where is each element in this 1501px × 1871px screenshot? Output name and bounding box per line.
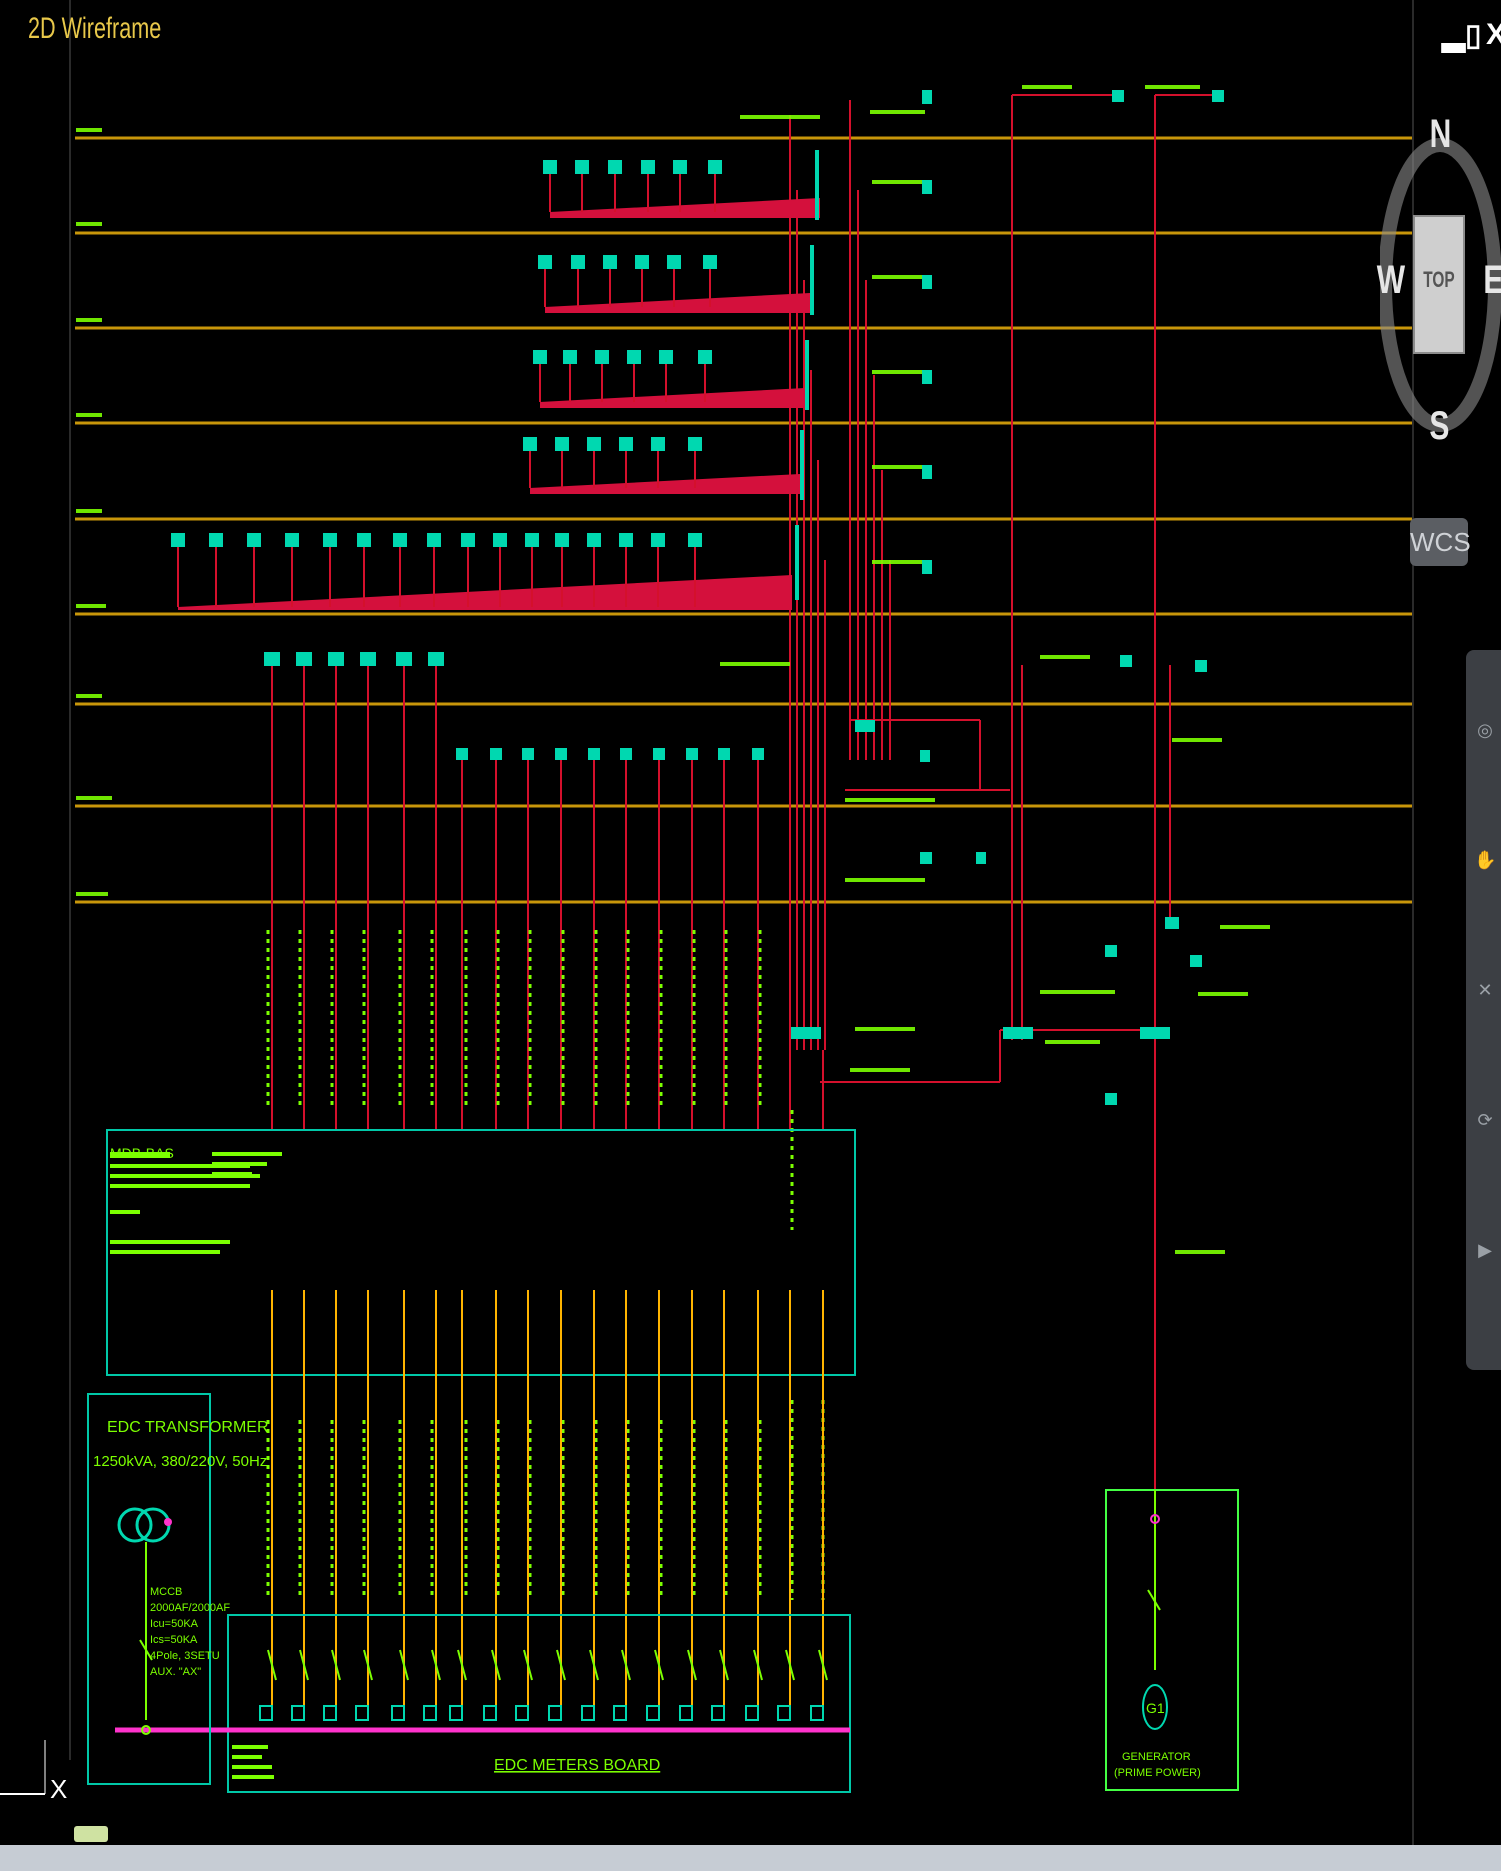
transformer-rating: 1250kVA, 380/220V, 50Hz — [93, 1453, 267, 1470]
mdb-title: MDB-BAS — [110, 1145, 174, 1161]
showmotion-icon[interactable]: ▶ — [1474, 1240, 1496, 1262]
electrical-single-line-diagram[interactable]: MDB-BAS EDC METERS BOARD EDC TRANSFORMER… — [0, 0, 1412, 1845]
transformer-title: EDC TRANSFORMER — [107, 1419, 269, 1436]
riser-cables — [789, 94, 1215, 1490]
cable-descriptor-ticks — [266, 930, 825, 1600]
generator-label: GENERATOR — [1122, 1751, 1191, 1763]
model-indicator[interactable] — [74, 1826, 108, 1842]
svg-text:2000AF/2000AF: 2000AF/2000AF — [150, 1602, 230, 1614]
status-bar — [0, 1845, 1501, 1871]
svg-text:X: X — [50, 1774, 67, 1800]
floor-level-lines — [75, 136, 1412, 904]
navigation-bar: ◎ ✋ ✕ ⟳ ▶ — [1466, 650, 1501, 1370]
compass-south[interactable]: S — [1429, 404, 1449, 449]
upper-panel-row — [264, 652, 444, 666]
mdb-incoming-feeders — [271, 666, 824, 1130]
viewcube-top-face[interactable]: TOP — [1413, 215, 1465, 354]
transformer-breaker-text: MCCB 2000AF/2000AF Icu=50KA Ics=50KA 4Po… — [150, 1586, 230, 1678]
minimize-icon[interactable]: ▂ — [1442, 18, 1465, 53]
generator-symbol-label: G1 — [1146, 1700, 1165, 1716]
restore-icon[interactable]: ▯ — [1465, 18, 1482, 53]
pan-icon[interactable]: ✋ — [1474, 850, 1496, 872]
wcs-menu[interactable]: WCS — [1410, 518, 1471, 566]
ucs-icon: X — [0, 1740, 67, 1800]
steering-wheel-icon[interactable]: ◎ — [1474, 720, 1496, 742]
drawing-viewport[interactable]: MDB-BAS EDC METERS BOARD EDC TRANSFORMER… — [0, 0, 1412, 1845]
svg-text:Icu=50KA: Icu=50KA — [150, 1618, 199, 1630]
mezzanine-panel-row — [456, 748, 764, 760]
generator-frame — [1105, 1489, 1239, 1791]
compass-north[interactable]: N — [1430, 112, 1452, 157]
svg-text:Ics=50KA: Ics=50KA — [150, 1634, 198, 1646]
compass-west[interactable]: W — [1377, 258, 1405, 303]
mdb-text-block — [110, 1152, 282, 1254]
meter-board-breakers — [267, 1649, 828, 1681]
meter-board-text — [232, 1745, 274, 1779]
orbit-icon[interactable]: ⟳ — [1474, 1110, 1496, 1132]
meter-symbols — [259, 1705, 824, 1721]
meter-board-feeders — [271, 1375, 824, 1715]
generator-sub-label: (PRIME POWER) — [1114, 1767, 1201, 1779]
svg-text:AUX. "AX": AUX. "AX" — [150, 1666, 201, 1678]
compass-east[interactable]: E — [1483, 258, 1501, 303]
svg-text:MCCB: MCCB — [150, 1586, 182, 1598]
transformer-symbol — [117, 1507, 171, 1543]
svg-text:4Pole, 3SETU: 4Pole, 3SETU — [150, 1650, 220, 1662]
zoom-icon[interactable]: ✕ — [1474, 980, 1496, 1002]
meters-board-title: EDC METERS BOARD — [494, 1757, 660, 1774]
mdb-outgoing-breakers — [271, 1290, 824, 1375]
viewport-style-label[interactable]: 2D Wireframe — [28, 12, 161, 46]
close-icon[interactable]: X — [1486, 18, 1501, 52]
